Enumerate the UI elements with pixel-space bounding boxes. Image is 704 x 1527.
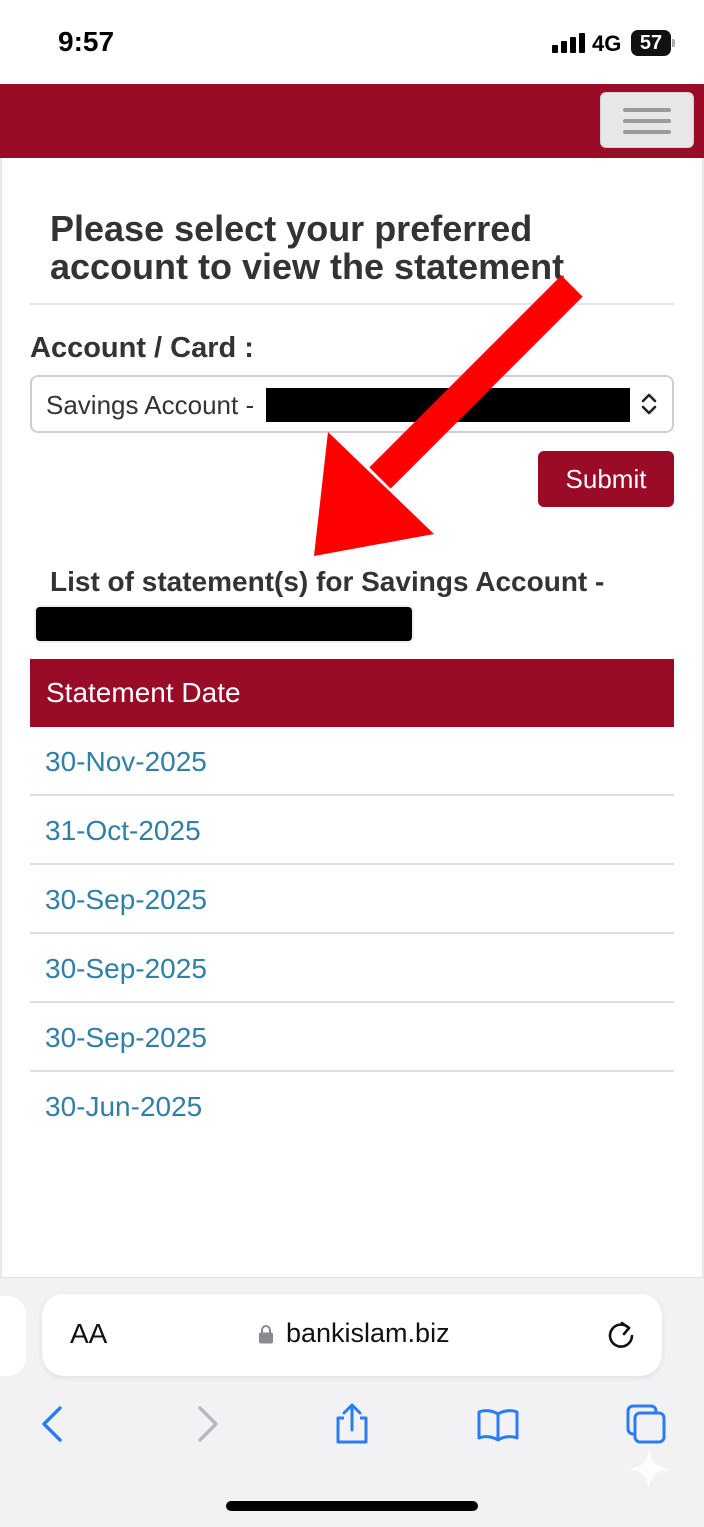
battery-icon: 57 (631, 30, 675, 56)
network-type: 4G (592, 31, 622, 56)
status-bar: 9:57 4G 57 (0, 0, 704, 84)
statement-date-link[interactable]: 30-Nov-2025 (30, 727, 674, 796)
adjacent-tab[interactable] (0, 1296, 26, 1376)
browser-toolbar: AA bankislam.biz (0, 1277, 704, 1527)
page-title: Please select your preferred account to … (50, 208, 565, 287)
statement-date-link[interactable]: 30-Jun-2025 (30, 1072, 674, 1141)
sparkle-watermark-icon (628, 1448, 670, 1490)
back-icon[interactable] (32, 1402, 76, 1446)
statement-table: Statement Date 30-Nov-2025 31-Oct-2025 3… (30, 659, 674, 1141)
reload-icon[interactable] (605, 1319, 637, 1351)
redaction-bar (36, 607, 412, 641)
address-bar[interactable]: AA bankislam.biz (42, 1294, 662, 1376)
battery-level: 57 (631, 30, 671, 56)
account-select-value: Savings Account - (46, 390, 255, 420)
home-indicator (226, 1501, 478, 1511)
site-header (0, 84, 704, 158)
table-header: Statement Date (30, 659, 674, 727)
bookmarks-icon[interactable] (476, 1402, 520, 1446)
chevron-updown-icon (641, 393, 657, 415)
page-border-left (0, 158, 2, 1278)
account-label: Account / Card : (30, 332, 254, 364)
share-icon[interactable] (330, 1402, 374, 1446)
signal-icon (552, 33, 586, 53)
statement-date-link[interactable]: 30-Sep-2025 (30, 1003, 674, 1072)
statement-date-link[interactable]: 30-Sep-2025 (30, 865, 674, 934)
submit-button[interactable]: Submit (538, 451, 674, 507)
account-select[interactable]: Savings Account - (30, 375, 674, 433)
forward-icon[interactable] (184, 1402, 228, 1446)
tabs-icon[interactable] (624, 1402, 668, 1446)
url-text: bankislam.biz (286, 1318, 450, 1348)
lock-icon (259, 1325, 273, 1344)
status-time: 9:57 (58, 26, 115, 57)
statement-date-link[interactable]: 30-Sep-2025 (30, 934, 674, 1003)
text-size-button[interactable]: AA (70, 1318, 107, 1350)
title-divider (30, 303, 674, 305)
redaction-bar (266, 388, 630, 422)
menu-button[interactable] (600, 92, 694, 148)
statement-list-heading: List of statement(s) for Savings Account… (50, 566, 605, 597)
statement-date-link[interactable]: 31-Oct-2025 (30, 796, 674, 865)
